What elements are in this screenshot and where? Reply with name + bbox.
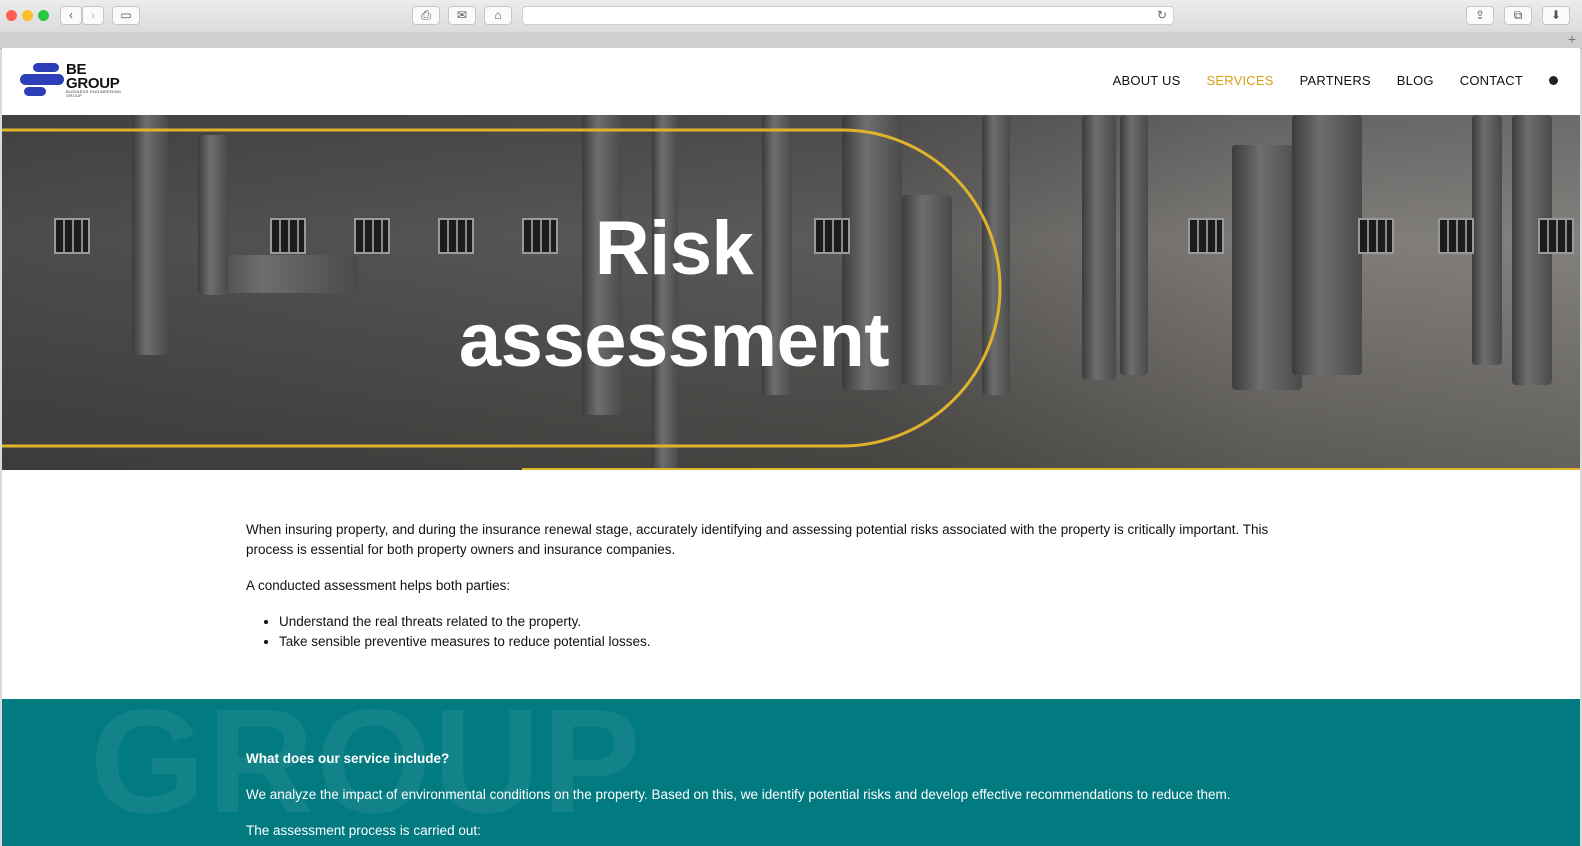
tab-strip: + [0,31,1582,49]
language-globe-icon[interactable] [1549,76,1558,85]
reload-icon[interactable]: ↻ [1157,7,1167,24]
nav-contact[interactable]: CONTACT [1460,73,1523,88]
service-paragraph: The assessment process is carried out: [246,823,481,838]
benefit-list: Understand the real threats related to t… [246,612,1316,652]
service-paragraph: We analyze the impact of environmental c… [246,787,1231,802]
sidebar-icon[interactable]: ▭ [112,6,140,25]
hero-title-line1: Risk [594,206,754,291]
share-icon[interactable]: ⇪ [1466,6,1494,25]
main-nav: ABOUT US SERVICES PARTNERS BLOG CONTACT [1113,73,1558,88]
intro-paragraph: A conducted assessment helps both partie… [246,578,511,593]
logo-mark-icon [20,63,64,96]
service-section: GROUP What does our service include? We … [2,699,1580,846]
list-item: Take sensible preventive measures to red… [279,632,1316,652]
downloads-icon[interactable]: ⬇ [1542,6,1570,25]
web-page: BE GROUP BUSINESS ENGINEERING GROUP ABOU… [2,48,1580,846]
print-icon[interactable]: ⎙ [412,6,440,25]
home-icon[interactable]: ⌂ [484,6,512,25]
hero-title-line2: assessment [458,298,890,383]
hero-underline [522,468,1580,470]
nav-partners[interactable]: PARTNERS [1300,73,1371,88]
close-window-button[interactable] [6,10,17,21]
logo-name: BE GROUP [66,62,120,91]
hero-banner: Risk assessment [2,115,1580,470]
nav-blog[interactable]: BLOG [1397,73,1434,88]
tabs-overview-icon[interactable]: ⧉ [1504,6,1532,25]
nav-about-us[interactable]: ABOUT US [1113,73,1181,88]
intro-paragraph: When insuring property, and during the i… [246,522,1269,557]
site-header: BE GROUP BUSINESS ENGINEERING GROUP ABOU… [2,48,1580,115]
intro-section: When insuring property, and during the i… [246,520,1316,652]
service-heading: What does our service include? [246,751,450,766]
new-tab-icon[interactable]: + [1568,31,1576,47]
hero-title: Risk assessment [302,203,1046,387]
back-icon[interactable]: ‹ [60,6,82,25]
forward-icon[interactable]: › [82,6,104,25]
browser-toolbar: ‹ › ▭ ⎙ ✉ ⌂ ↻ ⇪ ⧉ ⬇ [0,0,1582,33]
service-content: What does our service include? We analyz… [246,749,1346,846]
maximize-window-button[interactable] [38,10,49,21]
logo-tagline: BUSINESS ENGINEERING GROUP [66,89,122,98]
mail-icon[interactable]: ✉ [448,6,476,25]
site-logo[interactable]: BE GROUP BUSINESS ENGINEERING GROUP [20,62,130,99]
nav-services[interactable]: SERVICES [1206,73,1273,88]
list-item: Understand the real threats related to t… [279,612,1316,632]
address-bar[interactable]: ↻ [522,6,1174,25]
minimize-window-button[interactable] [22,10,33,21]
